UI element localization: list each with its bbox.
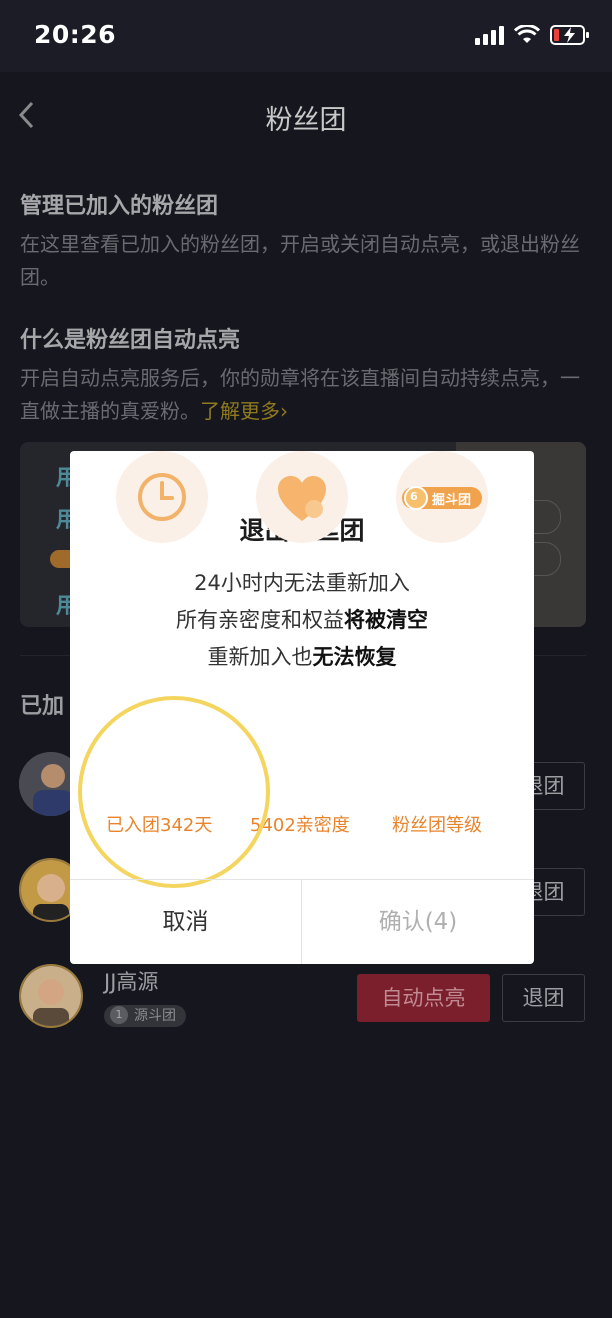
status-bar: 20:26 — [0, 0, 612, 72]
cancel-button[interactable]: 取消 — [70, 880, 301, 964]
wifi-icon — [514, 25, 540, 43]
auto-light-text: 开启自动点亮服务后，你的勋章将在该直播间自动持续点亮，一直做主播的真爱粉。 — [20, 366, 580, 423]
auto-light-button[interactable]: 自动点亮 — [357, 974, 490, 1022]
intimacy-icon-circle — [256, 451, 348, 543]
auto-light-description: 开启自动点亮服务后，你的勋章将在该直播间自动持续点亮，一直做主播的真爱粉。了解更… — [20, 362, 595, 428]
nav-bar: 粉丝团 — [0, 72, 612, 160]
fan-badge-name: 掘斗团 — [432, 493, 472, 508]
tap-highlight-ring — [78, 696, 270, 888]
learn-more-link[interactable]: 了解更多› — [200, 399, 288, 423]
heart-icon — [278, 476, 326, 521]
dialog-line-text: 重新加入也 — [207, 645, 313, 669]
battery-charging-icon — [550, 25, 589, 45]
exit-fan-club-dialog: 退出粉丝团 24小时内无法重新加入 所有亲密度和权益将被清空 重新加入也无法恢复… — [70, 451, 534, 964]
clock-icon — [138, 473, 186, 521]
unjoin-button[interactable]: 退团 — [502, 974, 585, 1022]
days-joined-icon-circle — [116, 451, 208, 543]
fan-level-label: 粉丝团等级 — [392, 815, 482, 836]
manage-title: 管理已加入的粉丝团 — [20, 194, 219, 219]
avatar-image — [21, 966, 81, 1026]
manage-description: 在这里查看已加入的粉丝团，开启或关闭自动点亮，或退出粉丝团。 — [20, 232, 580, 289]
dialog-line: 24小时内无法重新加入 — [194, 571, 410, 595]
avatar[interactable] — [19, 964, 83, 1028]
dialog-line: 所有亲密度和权益将被清空 — [70, 604, 534, 634]
fan-club-badge: 源斗团 — [104, 1005, 186, 1027]
dialog-line-text: 所有亲密度和权益 — [176, 608, 344, 632]
fan-badge-level: 6 — [410, 490, 418, 503]
dialog-line-emphasis: 将被清空 — [344, 608, 428, 632]
signal-icon — [475, 25, 504, 45]
dialog-line: 重新加入也无法恢复 — [70, 641, 534, 671]
fan-club-name: JJ高源 — [104, 970, 159, 994]
page-title: 粉丝团 — [265, 105, 347, 136]
status-time: 20:26 — [34, 20, 117, 49]
confirm-button[interactable]: 确认(4) — [302, 880, 534, 964]
dialog-line-emphasis: 无法恢复 — [312, 645, 397, 669]
status-icons — [475, 24, 590, 46]
fan-level-icon-circle: 6 掘斗团 — [396, 451, 488, 543]
joined-section-title: 已加 — [20, 694, 65, 719]
auto-light-title: 什么是粉丝团自动点亮 — [20, 328, 241, 353]
